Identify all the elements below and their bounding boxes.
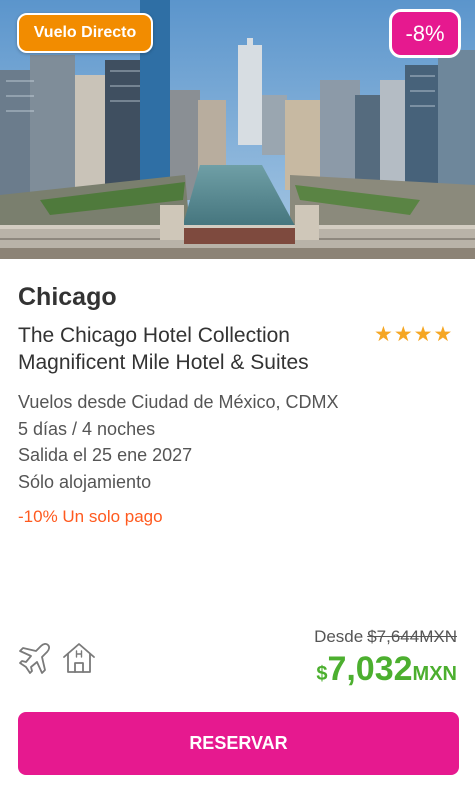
price-amount: 7,032	[327, 650, 413, 688]
plan-type: Sólo alojamiento	[18, 471, 152, 492]
includes-icons	[17, 640, 97, 681]
payment-promo: -10% Un solo pago	[18, 507, 163, 526]
destination-title: Chicago	[18, 283, 117, 311]
old-price: $7,644MXN	[367, 627, 457, 646]
star-icon: ★	[393, 323, 413, 346]
currency-code: MXN	[412, 663, 457, 685]
star-icon: ★	[413, 323, 433, 346]
hero-image[interactable]: Vuelo Directo -8%	[0, 0, 475, 259]
departure-city: Vuelos desde Ciudad de México, CDMX	[18, 392, 339, 412]
star-icon: ★	[374, 323, 393, 346]
hotel-name[interactable]: The Chicago Hotel Collection Magnificent…	[18, 322, 368, 376]
reserve-button[interactable]: RESERVAR	[18, 712, 459, 775]
duration: 5 días / 4 noches	[18, 418, 156, 439]
departure-date: Salida el 25 ene 2027	[18, 445, 193, 465]
star-icon: ★	[433, 323, 453, 346]
currency-symbol: $	[316, 663, 328, 685]
direct-flight-badge: Vuelo Directo	[17, 13, 153, 53]
package-details: Vuelos desde Ciudad de México, CDMX 5 dí…	[18, 389, 339, 495]
price-from: Desde $7,644MXN	[314, 627, 457, 647]
current-price: $ 7,032 MXN	[316, 650, 457, 689]
star-rating: ★ ★ ★ ★	[374, 323, 452, 347]
from-label: Desde	[314, 627, 364, 646]
hotel-icon	[61, 640, 97, 681]
airplane-icon	[17, 640, 53, 681]
discount-badge: -8%	[389, 9, 461, 58]
